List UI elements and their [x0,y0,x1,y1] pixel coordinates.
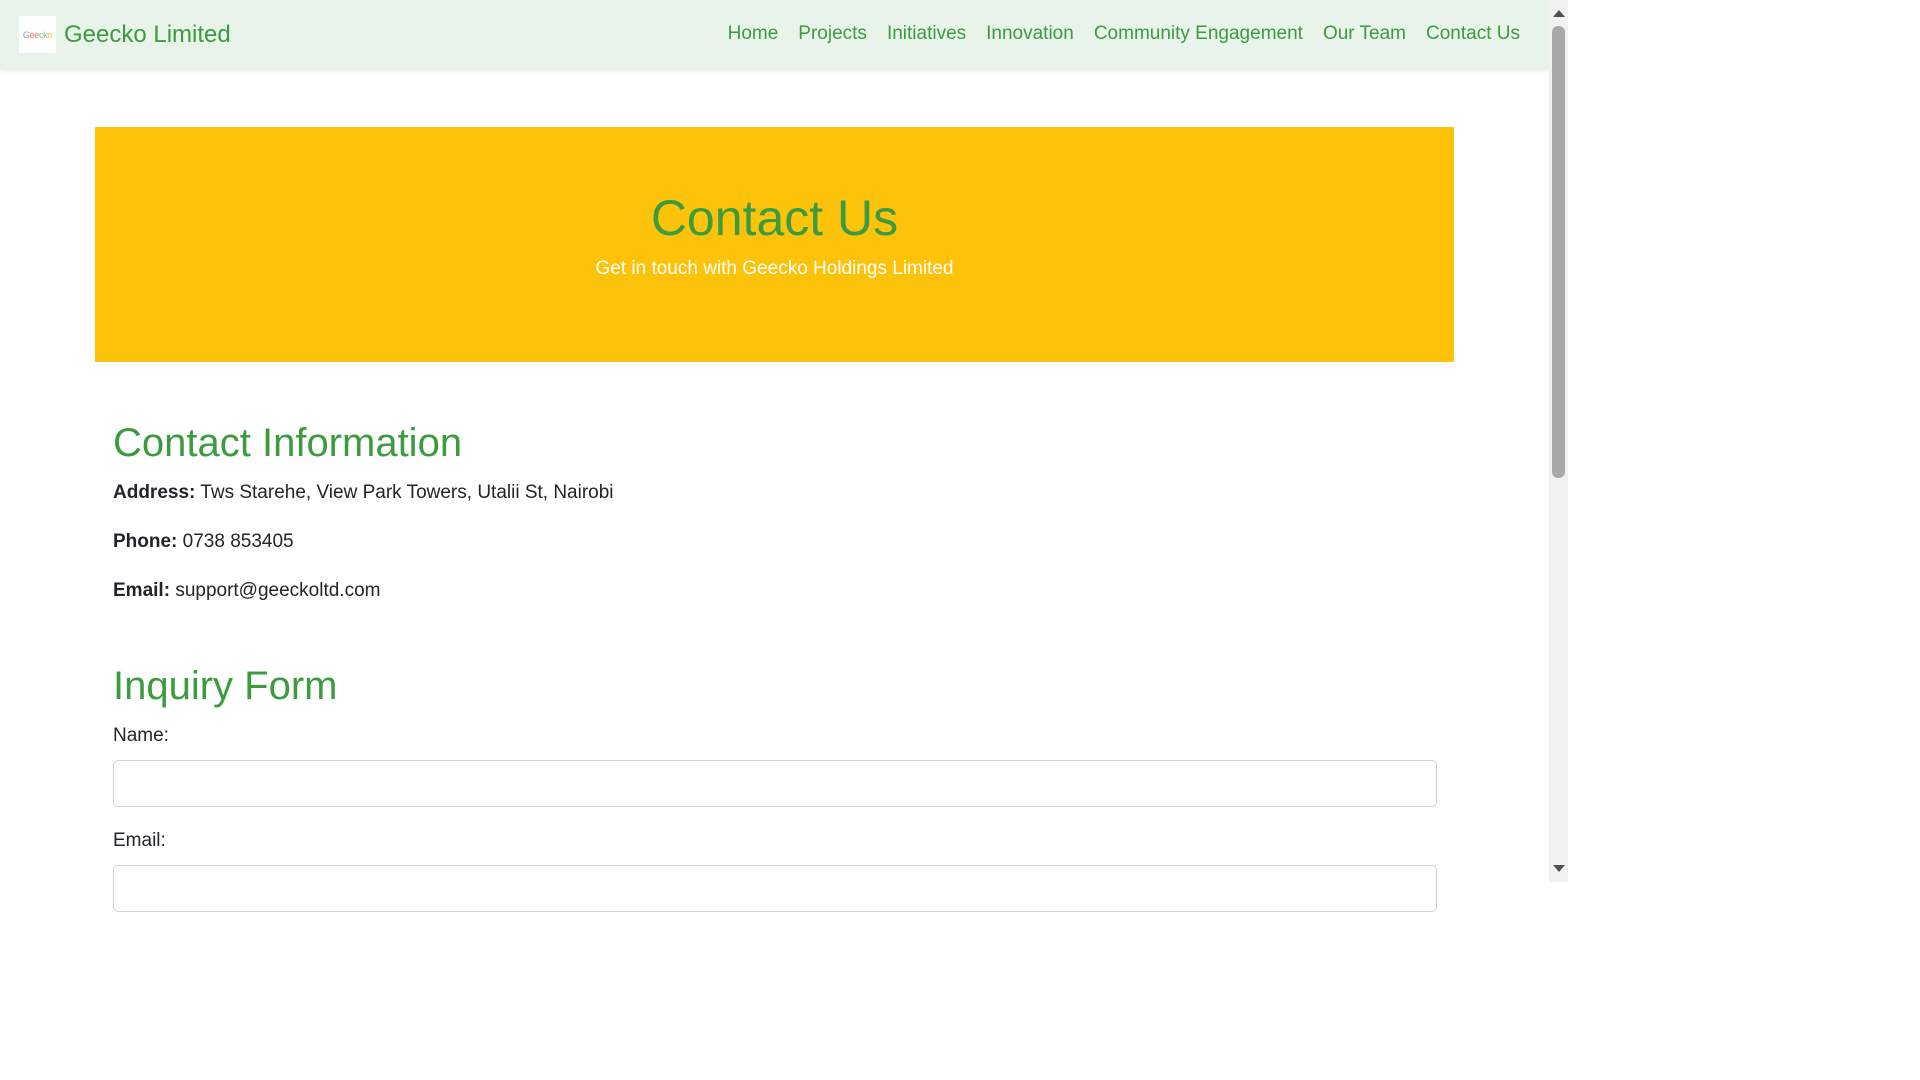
scroll-down-icon[interactable] [1553,865,1565,872]
nav-projects[interactable]: Projects [798,23,867,45]
name-input[interactable] [113,760,1437,807]
nav-home[interactable]: Home [728,23,779,45]
brand-link[interactable]: Gee ck o Geecko Limited [19,16,231,53]
email-value: support@geeckoltd.com [175,580,381,601]
name-label: Name: [113,725,169,746]
hero-title: Contact Us [650,190,899,246]
nav-contact-us[interactable]: Contact Us [1426,23,1520,45]
inquiry-form-heading: Inquiry Form [113,664,338,708]
nav-initiatives[interactable]: Initiatives [887,23,966,45]
hero-subtitle: Get in touch with Geecko Holdings Limite… [595,258,954,279]
contact-info-heading: Contact Information [113,421,463,465]
nav-innovation[interactable]: Innovation [986,23,1074,45]
address-label: Address: [113,482,196,503]
brand-name[interactable]: Geecko Limited [64,21,231,49]
nav-community-engagement[interactable]: Community Engagement [1094,23,1303,45]
phone-value: 0738 853405 [182,531,294,552]
nav-menu: Home Projects Initiatives Innovation Com… [708,23,1520,45]
logo-image: Gee ck o [19,16,56,53]
phone-line: Phone: 0738 853405 [113,531,294,553]
scroll-up-icon[interactable] [1553,10,1565,17]
address-line: Address: Tws Starehe, View Park Towers, … [113,482,614,504]
email-line: Email: support@geeckoltd.com [113,580,380,602]
scrollbar[interactable] [1549,0,1568,882]
address-value: Tws Starehe, View Park Towers, Utalii St… [200,482,614,503]
navbar: Gee ck o Geecko Limited Home Projects Init… [0,0,1549,69]
scroll-thumb[interactable] [1552,26,1565,478]
email-input[interactable] [113,865,1437,912]
email-label: Email: [113,580,171,601]
nav-our-team[interactable]: Our Team [1323,23,1406,45]
email-field-label: Email: [113,830,166,851]
hero-banner: Contact Us Get in touch with Geecko Hold… [95,127,1454,362]
phone-label: Phone: [113,531,178,552]
